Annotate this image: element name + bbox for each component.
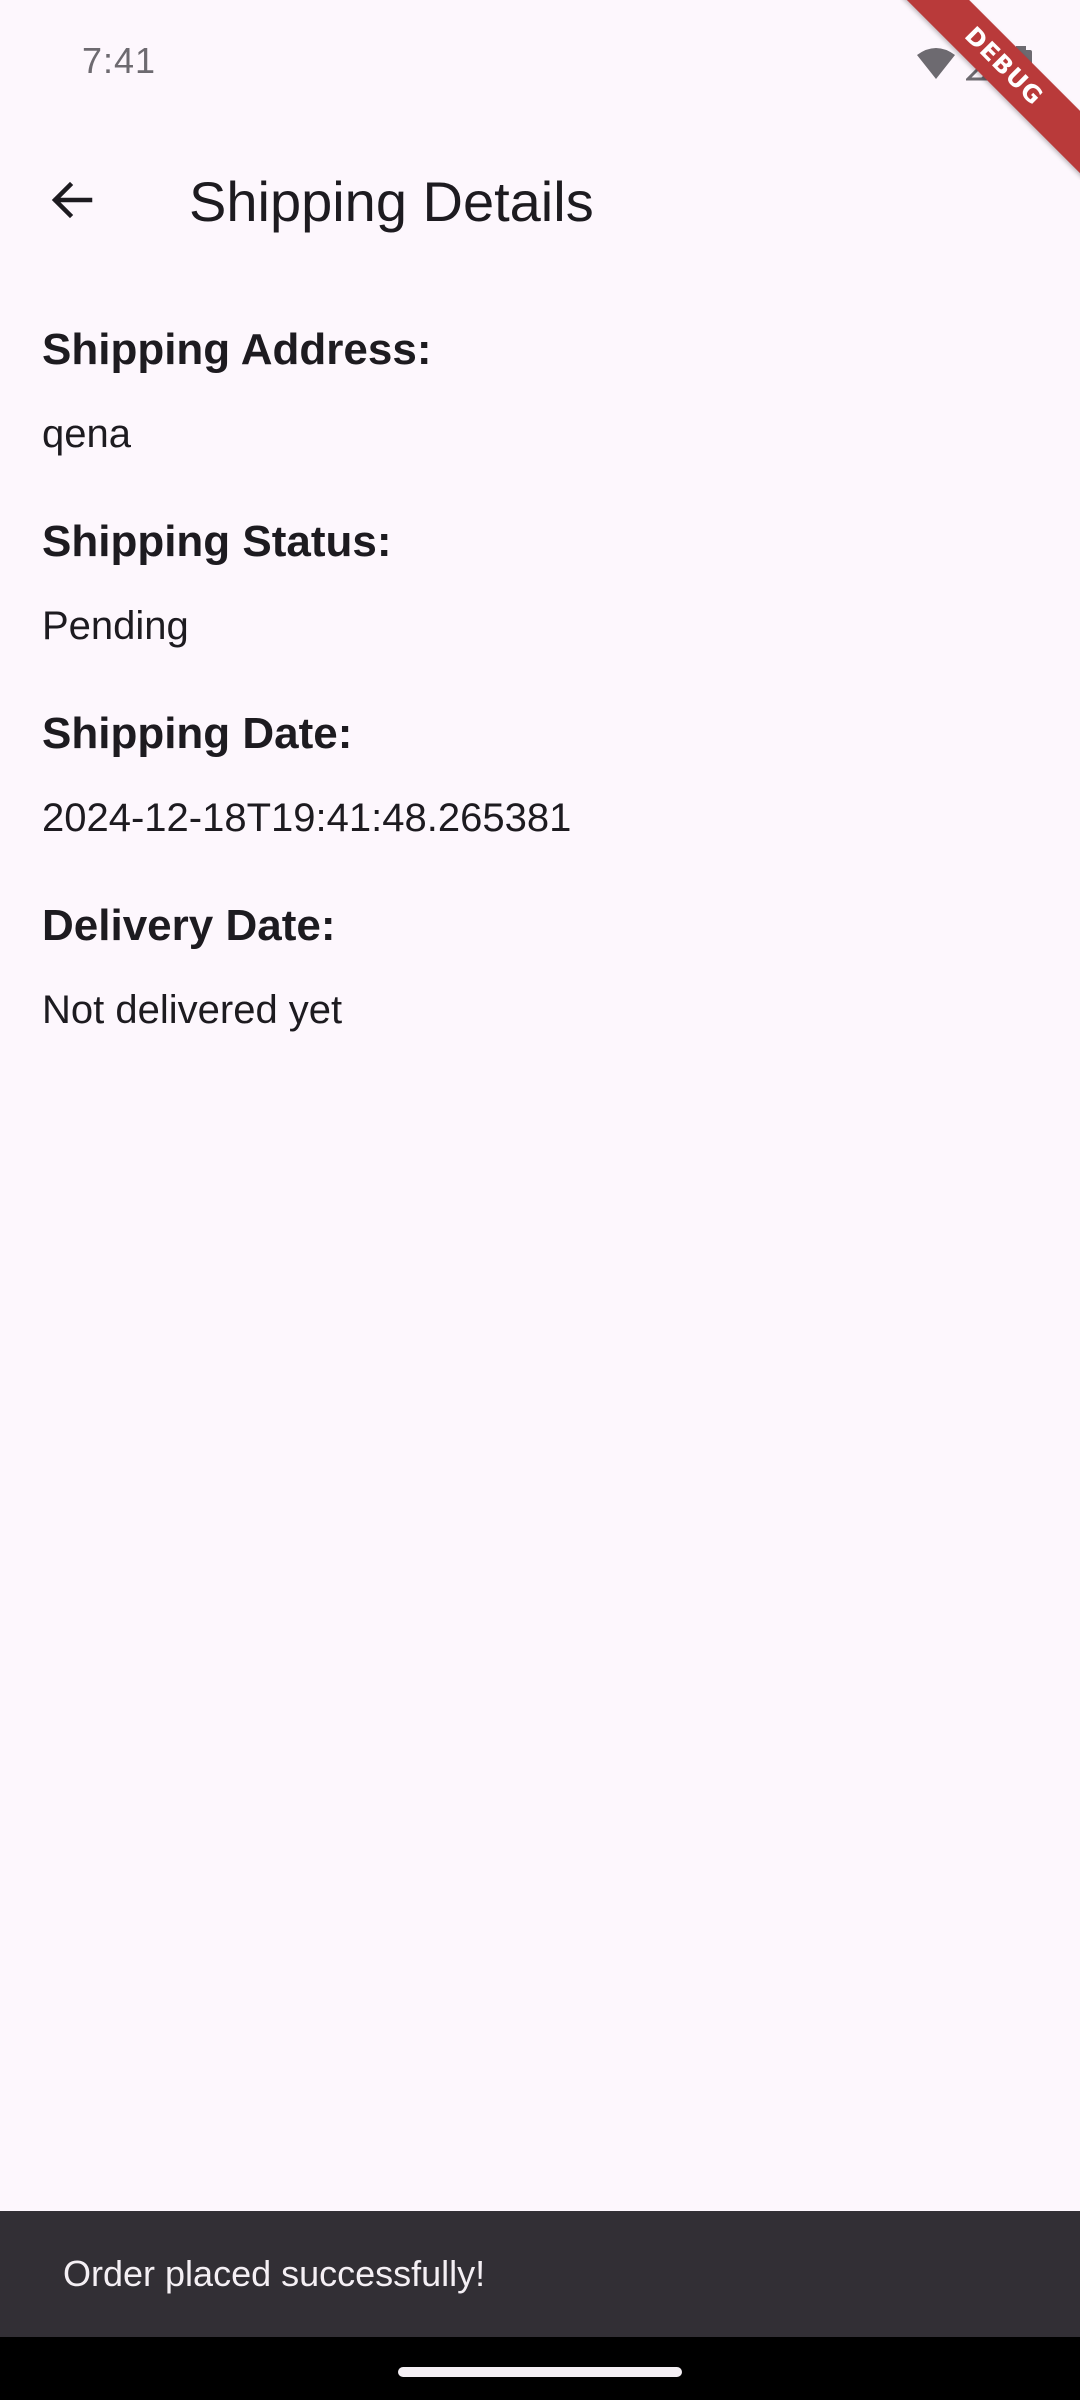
shipping-address-field: Shipping Address: qena	[42, 318, 1038, 464]
shipping-date-label: Shipping Date:	[42, 709, 353, 758]
delivery-date-field: Delivery Date: Not delivered yet	[42, 894, 1038, 1040]
cellular-signal-icon	[966, 47, 1000, 81]
status-time: 7:41	[82, 40, 157, 81]
shipping-status-label: Shipping Status:	[42, 517, 392, 566]
snackbar-message: Order placed successfully!	[63, 2253, 486, 2294]
battery-icon	[1010, 46, 1032, 82]
shipping-date-value: 2024-12-18T19:41:48.265381	[42, 796, 572, 840]
arrow-back-icon	[48, 176, 96, 229]
wifi-icon	[916, 47, 956, 81]
shipping-address-value: qena	[42, 412, 131, 456]
shipping-address-label: Shipping Address:	[42, 325, 432, 374]
home-gesture-handle[interactable]	[398, 2367, 682, 2377]
delivery-date-label: Delivery Date:	[42, 901, 336, 950]
shipping-details-list: Shipping Address: qena Shipping Status: …	[42, 318, 1038, 1086]
shipping-date-field: Shipping Date: 2024-12-18T19:41:48.26538…	[42, 702, 1038, 848]
status-icons	[916, 44, 1032, 84]
page-title: Shipping Details	[189, 170, 594, 233]
delivery-date-value: Not delivered yet	[42, 988, 343, 1032]
shipping-status-value: Pending	[42, 604, 189, 648]
snackbar: Order placed successfully!	[0, 2211, 1080, 2337]
shipping-status-field: Shipping Status: Pending	[42, 510, 1038, 656]
back-button[interactable]	[30, 160, 114, 244]
gesture-nav-bar	[0, 2337, 1080, 2400]
app-bar: Shipping Details	[0, 128, 1080, 272]
status-bar: 7:41	[0, 0, 1080, 128]
